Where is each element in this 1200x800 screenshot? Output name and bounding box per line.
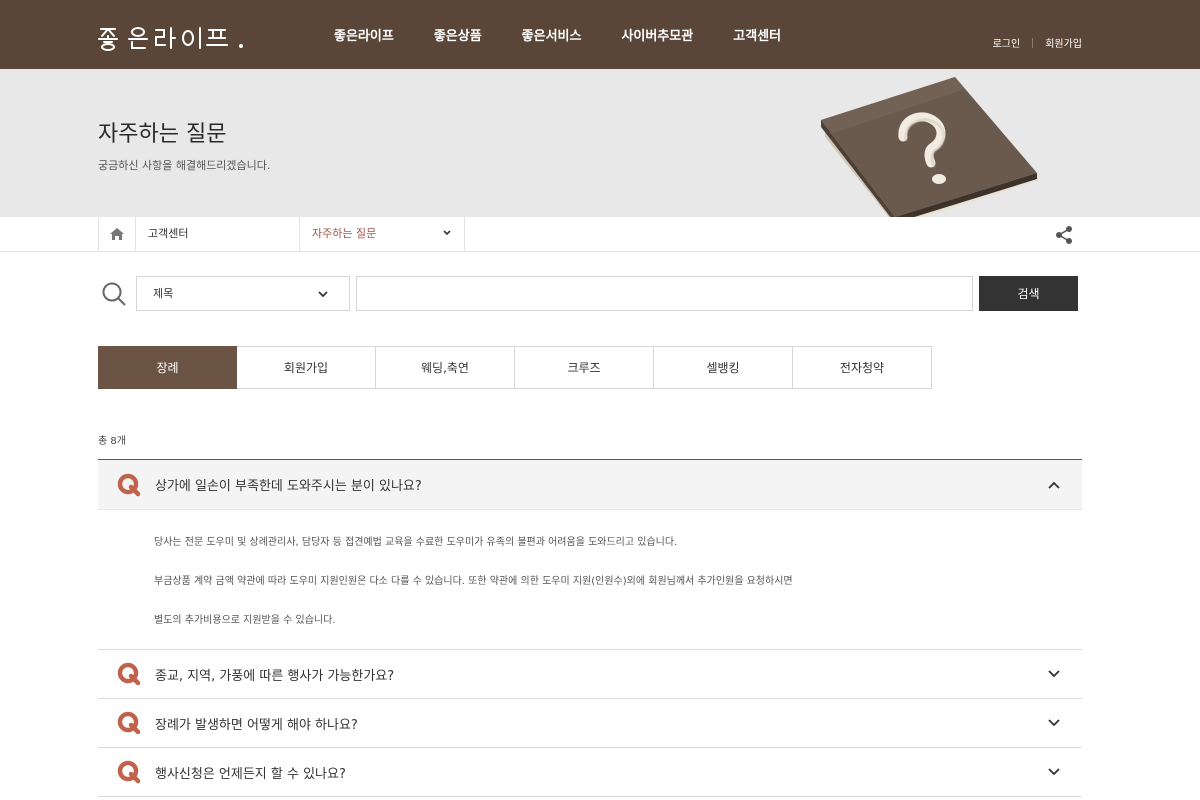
nav-item-joeun-services[interactable]: 좋은서비스: [522, 25, 582, 44]
breadcrumb-customer-center[interactable]: 고객센터: [136, 217, 300, 251]
category-tabs: 장례 회원가입 웨딩,축연 크루즈 셀뱅킹 전자청약: [98, 346, 932, 389]
logo-mark: [98, 27, 243, 51]
faq-item: 행사신청은 언제든지 할 수 있나요?: [98, 748, 1082, 797]
faq-answer-line: 부금상품 계약 금액 약관에 따라 도우미 지원인원은 다소 다를 수 있습니다…: [154, 576, 793, 587]
share-icon[interactable]: [1054, 225, 1074, 245]
header: 좋은라이프 좋은상품 좋은서비스 사이버추모관 고객센터 로그인 회원가입: [0, 0, 1200, 69]
faq-question-row[interactable]: 장례가 발생하면 어떻게 해야 하나요?: [98, 699, 1082, 747]
divider: [1032, 37, 1034, 48]
nav-item-customer-center[interactable]: 고객센터: [733, 25, 781, 44]
page-visual: 자주하는 질문 궁금하신 사항을 해결해드리겠습니다.: [0, 69, 1200, 217]
faq-answer-line: 당사는 전문 도우미 및 상례관리사, 담당자 등 접견예법 교육을 수료한 도…: [154, 537, 678, 548]
faq-question: 장례가 발생하면 어떻게 해야 하나요?: [155, 717, 358, 733]
search-button[interactable]: 검색: [979, 276, 1078, 311]
faq-list: 상가에 일손이 부족한데 도와주시는 분이 있나요? 당사는 전문 도우미 및 …: [98, 459, 1082, 797]
tab-membership[interactable]: 회원가입: [237, 346, 376, 389]
chevron-down-icon: [443, 230, 451, 236]
faq-item: 종교, 지역, 가풍에 따른 행사가 가능한가요?: [98, 650, 1082, 699]
faq-question-row[interactable]: 행사신청은 언제든지 할 수 있나요?: [98, 748, 1082, 796]
faq-question-row[interactable]: 종교, 지역, 가풍에 따른 행사가 가능한가요?: [98, 650, 1082, 698]
faq-answer-line: 별도의 추가비용으로 지원받을 수 있습니다.: [154, 615, 336, 626]
total-count: 총 8개: [98, 436, 126, 447]
tab-e-subscription[interactable]: 전자청약: [793, 346, 932, 389]
search-field-value: 제목: [153, 287, 174, 300]
search-field-select[interactable]: 제목: [136, 276, 350, 311]
faq-item: 상가에 일손이 부족한데 도와주시는 분이 있나요? 당사는 전문 도우미 및 …: [98, 459, 1082, 650]
main-nav: 좋은라이프 좋은상품 좋은서비스 사이버추모관 고객센터: [334, 0, 821, 69]
faq-question: 상가에 일손이 부족한데 도와주시는 분이 있나요?: [155, 479, 422, 494]
nav-item-joeun-products[interactable]: 좋은상품: [434, 25, 482, 44]
q-icon: [117, 760, 141, 784]
q-icon: [117, 473, 141, 496]
chevron-down-icon[interactable]: [1046, 764, 1062, 780]
nav-item-joeun-life[interactable]: 좋은라이프: [334, 25, 394, 44]
q-icon: [117, 711, 141, 735]
breadcrumb-faq-label: 자주하는 질문: [312, 227, 377, 240]
logo[interactable]: [98, 24, 250, 52]
nav-item-cyber-memorial[interactable]: 사이버추모관: [621, 25, 693, 44]
q-icon: [117, 662, 141, 686]
faq-answer: 당사는 전문 도우미 및 상례관리사, 담당자 등 접견예법 교육을 수료한 도…: [98, 510, 1082, 649]
tab-cell-banking[interactable]: 셀뱅킹: [654, 346, 793, 389]
tab-wedding[interactable]: 웨딩,축연: [376, 346, 515, 389]
faq-question: 행사신청은 언제든지 할 수 있나요?: [155, 766, 346, 782]
tab-cruise[interactable]: 크루즈: [515, 346, 654, 389]
home-icon: [110, 228, 124, 240]
home-button[interactable]: [98, 217, 136, 251]
search-input[interactable]: [356, 276, 973, 311]
faq-item: 장례가 발생하면 어떻게 해야 하나요?: [98, 699, 1082, 748]
page-title: 자주하는 질문: [98, 122, 227, 147]
join-link[interactable]: 회원가입: [1045, 35, 1082, 50]
chevron-down-icon[interactable]: [1046, 715, 1062, 731]
util-links: 로그인 회원가입: [993, 35, 1082, 50]
search-icon: [102, 282, 126, 306]
question-book-image: [821, 77, 1040, 217]
breadcrumb-faq-select[interactable]: 자주하는 질문: [300, 217, 465, 251]
faq-question-row[interactable]: 상가에 일손이 부족한데 도와주시는 분이 있나요?: [98, 460, 1082, 510]
login-link[interactable]: 로그인: [993, 35, 1021, 50]
page-description: 궁금하신 사항을 해결해드리겠습니다.: [98, 159, 271, 172]
chevron-up-icon[interactable]: [1046, 477, 1062, 493]
chevron-down-icon[interactable]: [1046, 666, 1062, 682]
faq-question: 종교, 지역, 가풍에 따른 행사가 가능한가요?: [155, 668, 395, 684]
location-bar: 고객센터 자주하는 질문: [0, 217, 1200, 252]
chevron-down-icon: [318, 291, 328, 298]
tab-funeral[interactable]: 장례: [98, 346, 237, 389]
